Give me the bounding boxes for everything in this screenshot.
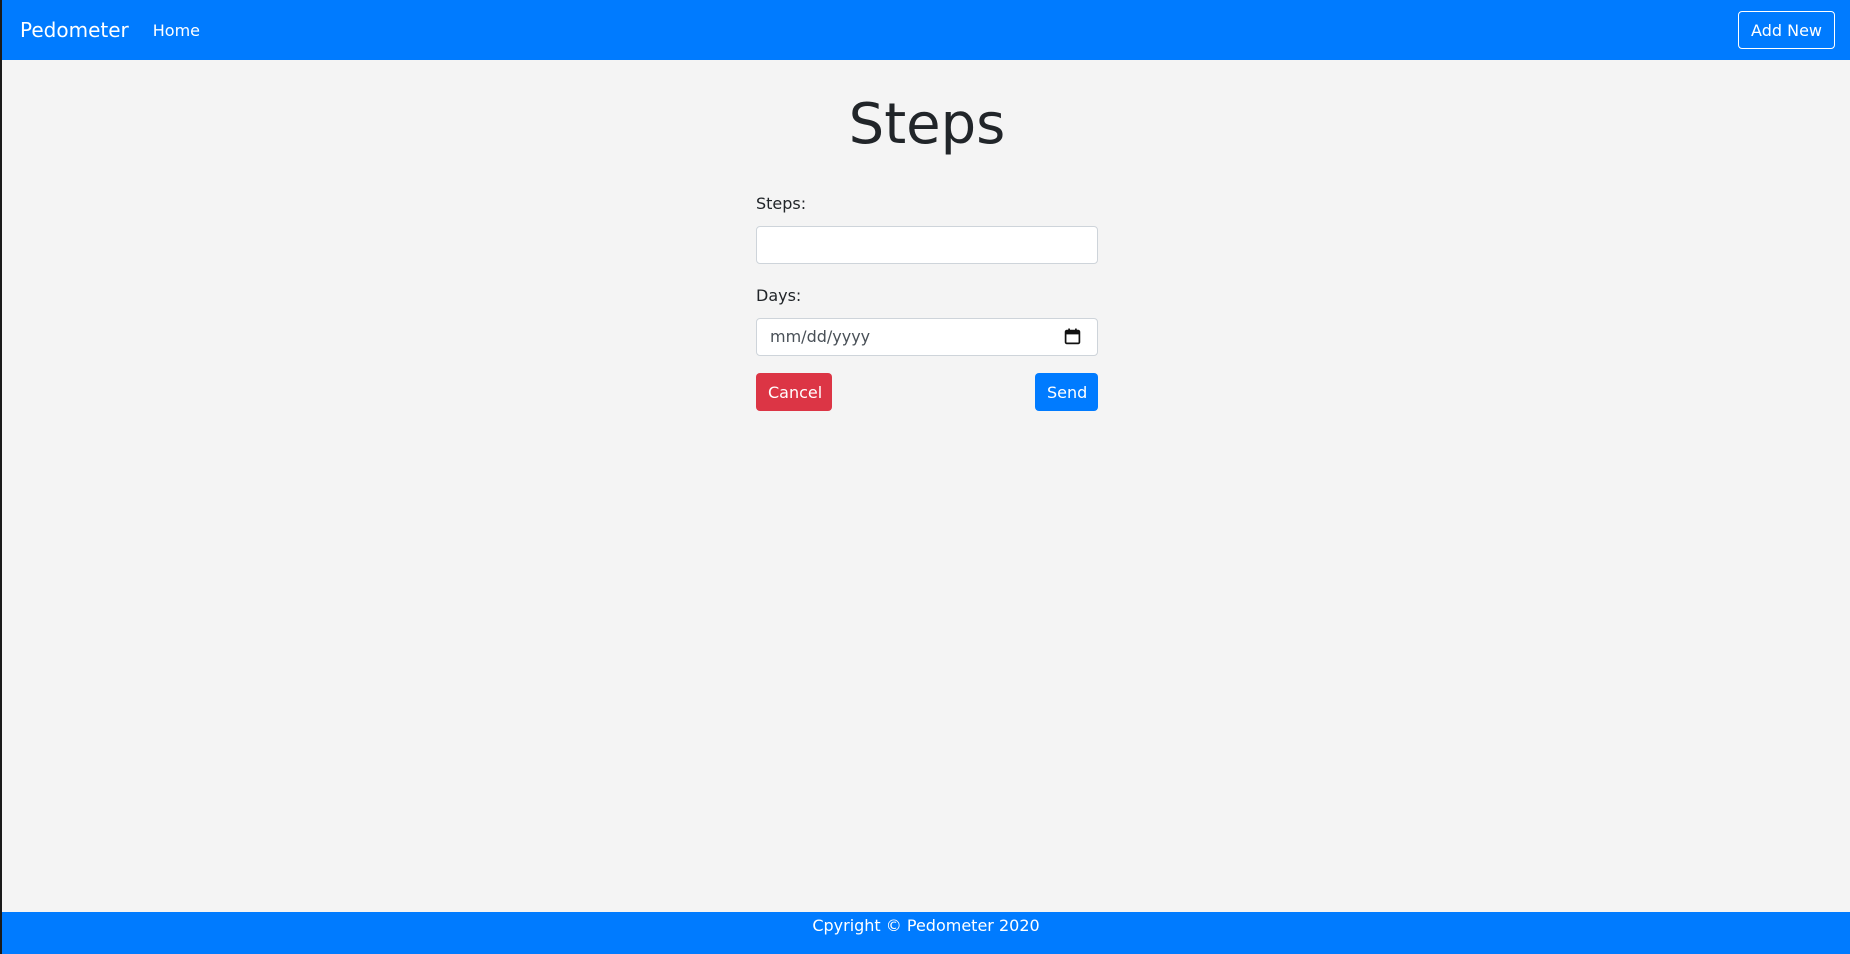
steps-form: Steps: Days: mm/dd/yyyy Cancel Send xyxy=(756,192,1098,411)
calendar-icon[interactable] xyxy=(1064,328,1081,345)
footer: Cpyright © Pedometer 2020 xyxy=(2,912,1850,954)
days-group: Days: mm/dd/yyyy xyxy=(756,284,1098,356)
cancel-button[interactable]: Cancel xyxy=(756,373,832,411)
steps-label: Steps: xyxy=(756,194,807,213)
main-content: Steps Steps: Days: mm/dd/yyyy Cancel Sen… xyxy=(2,60,1850,912)
nav-home-link[interactable]: Home xyxy=(153,21,200,40)
days-label: Days: xyxy=(756,286,802,305)
send-button[interactable]: Send xyxy=(1035,373,1098,411)
brand-link[interactable]: Pedometer xyxy=(20,18,129,42)
days-date-input[interactable]: mm/dd/yyyy xyxy=(756,318,1098,356)
days-date-placeholder: mm/dd/yyyy xyxy=(770,327,871,346)
footer-copyright: Cpyright © Pedometer 2020 xyxy=(812,916,1040,935)
page-title: Steps xyxy=(848,92,1006,157)
add-new-button[interactable]: Add New xyxy=(1738,11,1835,49)
navbar: Pedometer Home Add New xyxy=(2,0,1850,60)
steps-input[interactable] xyxy=(756,226,1098,264)
form-actions: Cancel Send xyxy=(756,373,1098,411)
